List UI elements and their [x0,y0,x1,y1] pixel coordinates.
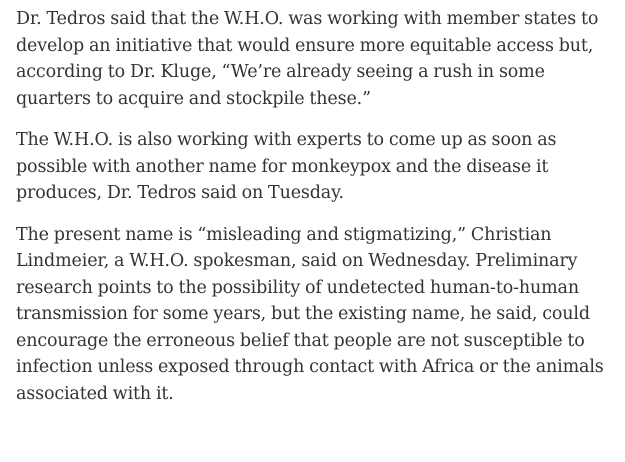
paragraph-line: associated with it. [16,383,174,404]
article-body: Dr. Tedros said that the W.H.O. was work… [0,0,625,407]
paragraph-line: quarters to acquire and stockpile these.… [16,88,371,109]
paragraph-line: research points to the possibility of un… [16,277,579,298]
paragraph-line: according to Dr. Kluge, “We’re already s… [16,62,545,82]
article-paragraph-2: The W.H.O. is also working with experts … [16,127,609,207]
paragraph-line: Lindmeier, a W.H.O. spokesman, said on W… [16,251,578,271]
paragraph-line: transmission for some years, but the exi… [16,304,590,324]
paragraph-line: The W.H.O. is also working with experts … [16,130,557,150]
paragraph-line: The present name is “misleading and stig… [16,224,552,245]
article-paragraph-3: The present name is “misleading and stig… [16,222,609,408]
paragraph-line: Dr. Tedros said that the W.H.O. was work… [16,9,599,29]
paragraph-line: produces, Dr. Tedros said on Tuesday. [16,183,344,203]
article-paragraph-1: Dr. Tedros said that the W.H.O. was work… [16,6,609,112]
paragraph-line: encourage the erroneous belief that peop… [16,330,585,351]
paragraph-line: possible with another name for monkeypox… [16,156,549,177]
paragraph-line: develop an initiative that would ensure … [16,35,594,56]
paragraph-line: infection unless exposed through contact… [16,357,604,377]
